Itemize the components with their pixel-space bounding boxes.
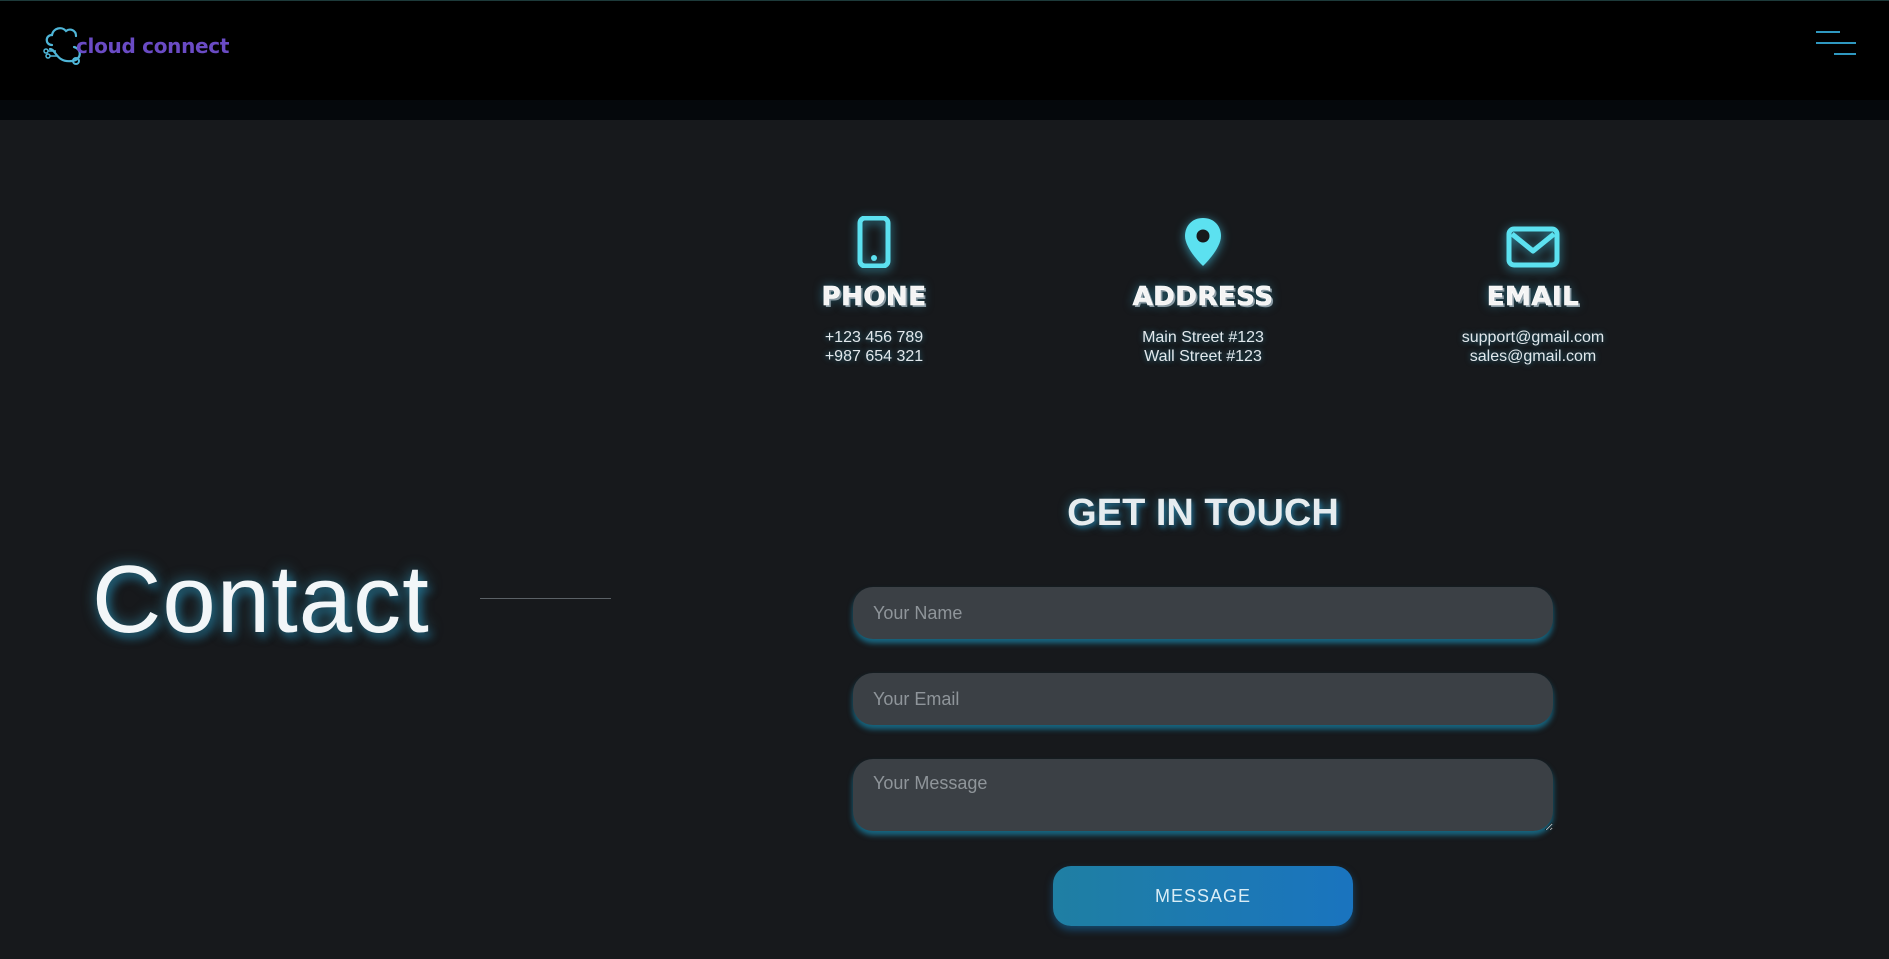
address-card: ADDRESS Main Street #123 Wall Street #12… [1093,210,1313,366]
address-line: Wall Street #123 [1144,348,1262,365]
navbar-underlay [0,100,1889,120]
email-label: EMAIL [1486,282,1580,313]
menu-line [1834,53,1856,55]
email-input[interactable] [853,673,1553,725]
title-divider [480,598,611,599]
menu-line [1816,42,1856,44]
page-title: Contact [92,546,430,653]
navbar: cloud connect [0,0,1889,100]
phone-number: +987 654 321 [824,348,924,365]
email-card: EMAIL support@gmail.com sales@gmail.com [1423,210,1643,366]
envelope-icon [1423,210,1643,268]
message-submit-button[interactable]: MESSAGE [1053,866,1353,926]
logo[interactable]: cloud connect [42,21,229,69]
name-input[interactable] [853,587,1553,639]
form-title: GET IN TOUCH [1067,492,1339,534]
phone-icon [764,210,984,268]
address-label: ADDRESS [1132,282,1274,313]
address-line: Main Street #123 [1142,329,1264,346]
email-address: support@gmail.com [1461,329,1605,346]
email-address: sales@gmail.com [1469,348,1597,365]
message-textarea[interactable] [853,759,1553,831]
menu-line [1816,31,1840,33]
phone-label: PHONE [821,282,927,313]
logo-text: cloud connect [76,34,230,58]
map-pin-icon [1093,210,1313,268]
phone-number: +123 456 789 [824,329,924,346]
phone-card: PHONE +123 456 789 +987 654 321 [764,210,984,366]
hamburger-menu-icon[interactable] [1812,27,1856,59]
